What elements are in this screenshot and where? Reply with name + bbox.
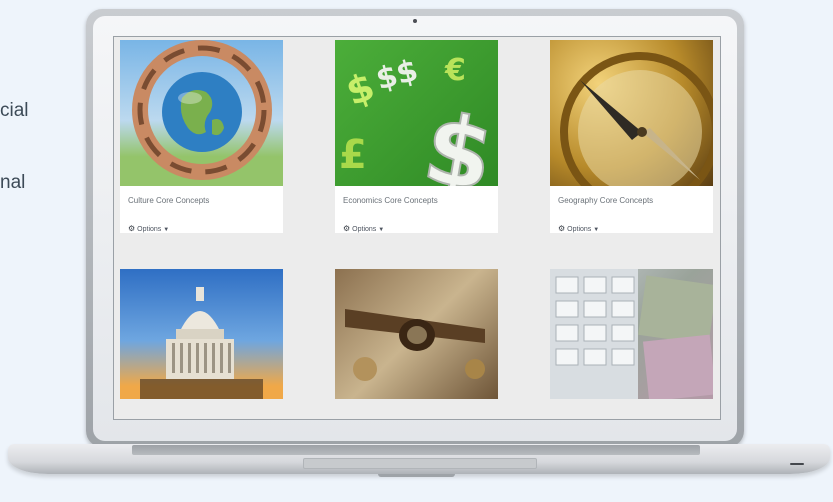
options-label: Options — [137, 226, 162, 233]
course-title: Geography Core Concepts — [558, 196, 654, 205]
side-text-line-1: cial — [0, 100, 29, 121]
capitol-dome-image — [120, 269, 283, 399]
svg-text:€: € — [444, 53, 466, 88]
laptop-trackpad — [303, 458, 537, 469]
laptop-notch — [378, 474, 455, 477]
svg-text:$: $ — [416, 92, 498, 186]
course-card-exploration[interactable] — [335, 269, 498, 399]
caret-down-icon: ▼ — [378, 227, 385, 233]
options-label: Options — [567, 226, 592, 233]
compass-image — [550, 40, 713, 186]
telescope-and-map-image — [335, 269, 498, 399]
gear-icon: ⚙ — [343, 224, 351, 233]
course-card-capitol[interactable] — [120, 269, 283, 399]
svg-text:$$: $$ — [372, 53, 421, 98]
laptop-screen: Culture Core Concepts ⚙ Options ▼ $ $ $$ €… — [113, 36, 721, 420]
course-title: Economics Core Concepts — [343, 196, 438, 205]
options-dropdown[interactable]: ⚙ Options ▼ — [335, 218, 498, 233]
course-card-culture[interactable]: Culture Core Concepts ⚙ Options ▼ — [120, 40, 283, 233]
svg-text:£: £ — [339, 132, 367, 178]
options-dropdown[interactable]: ⚙ Options ▼ — [120, 218, 283, 233]
calculator-and-money-image — [550, 269, 713, 399]
caret-down-icon: ▼ — [593, 227, 600, 233]
gear-icon: ⚙ — [128, 224, 136, 233]
caret-down-icon: ▼ — [163, 227, 170, 233]
course-card-economics[interactable]: $ $ $$ € £ Economics Core Concepts ⚙ Opti… — [335, 40, 498, 233]
power-indicator-icon — [790, 463, 804, 465]
globe-in-hands-image — [120, 40, 283, 186]
course-title: Culture Core Concepts — [128, 196, 210, 205]
gear-icon: ⚙ — [558, 224, 566, 233]
options-label: Options — [352, 226, 377, 233]
course-card-finance[interactable] — [550, 269, 713, 399]
currency-symbols-image: $ $ $$ € £ — [335, 40, 498, 186]
side-text-line-2: nal — [0, 172, 26, 193]
laptop-keyboard — [132, 445, 700, 455]
course-card-geography[interactable]: Geography Core Concepts ⚙ Options ▼ — [550, 40, 713, 233]
webcam-icon — [413, 19, 417, 23]
options-dropdown[interactable]: ⚙ Options ▼ — [550, 218, 713, 233]
